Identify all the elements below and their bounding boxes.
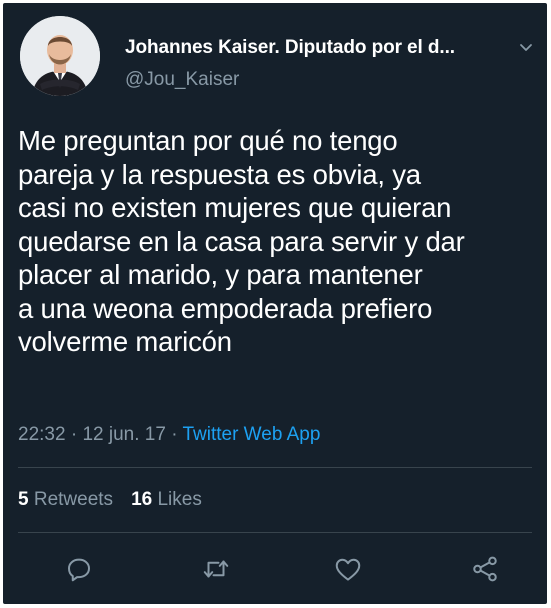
likes-stat[interactable]: 16 Likes <box>131 489 202 510</box>
reply-button[interactable] <box>59 549 99 589</box>
chevron-down-icon[interactable] <box>519 39 533 57</box>
tweet-card: Johannes Kaiser. Diputado por el d... @J… <box>3 3 547 604</box>
meta-separator: · <box>171 424 178 445</box>
heart-icon <box>335 558 361 581</box>
author-name[interactable]: Johannes Kaiser. Diputado por el d... <box>125 37 455 59</box>
retweets-label: Retweets <box>33 489 114 510</box>
tweet-stats: 5 Retweets 16 Likes <box>18 489 202 511</box>
retweets-count: 5 <box>18 489 29 510</box>
likes-count: 16 <box>131 489 153 510</box>
divider <box>18 467 532 468</box>
retweet-icon <box>203 560 229 578</box>
reply-icon <box>68 558 90 582</box>
divider <box>18 532 532 533</box>
tweet-header: Johannes Kaiser. Diputado por el d... @J… <box>3 3 547 113</box>
tweet-time: 22:32 <box>18 424 66 445</box>
share-button[interactable] <box>465 549 505 589</box>
share-icon <box>473 556 497 582</box>
meta-separator: · <box>70 424 78 445</box>
tweet-actions <box>3 549 547 589</box>
retweets-stat[interactable]: 5 Retweets <box>18 489 113 510</box>
tweet-meta: 22:32 · 12 jun. 17 · Twitter Web App <box>18 424 320 446</box>
like-button[interactable] <box>328 549 368 589</box>
author-handle[interactable]: @Jou_Kaiser <box>125 69 239 91</box>
retweet-button[interactable] <box>196 549 236 589</box>
avatar-image <box>20 16 100 96</box>
tweet-source-link[interactable]: Twitter Web App <box>182 424 320 445</box>
avatar[interactable] <box>20 16 100 96</box>
tweet-date: 12 jun. 17 <box>82 424 166 445</box>
likes-label: Likes <box>157 489 202 510</box>
tweet-text: Me preguntan por qué no tengo pareja y l… <box>18 125 465 357</box>
